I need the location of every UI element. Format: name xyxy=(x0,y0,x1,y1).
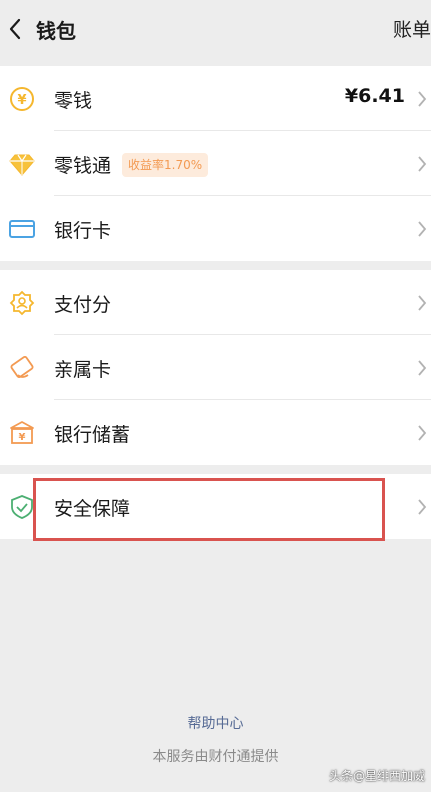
highlight-annotation xyxy=(33,478,385,541)
chevron-right-icon xyxy=(418,295,427,311)
row-lingqiantong[interactable]: 零钱通 收益率1.70% xyxy=(0,131,431,196)
row-bank-savings[interactable]: ¥ 银行储蓄 xyxy=(0,400,431,465)
row-label: 银行卡 xyxy=(54,220,112,242)
row-label: 亲属卡 xyxy=(54,359,112,381)
header: 钱包 账单 xyxy=(0,0,431,60)
row-change[interactable]: ¥ 零钱 ¥6.41 xyxy=(0,66,431,131)
chevron-right-icon xyxy=(418,425,427,441)
balance-amount: ¥6.41 xyxy=(344,85,405,107)
svg-text:¥: ¥ xyxy=(19,432,26,443)
bill-link[interactable]: 账单 xyxy=(393,15,431,42)
yield-badge: 收益率1.70% xyxy=(122,153,209,177)
bank-savings-icon: ¥ xyxy=(10,421,34,444)
provider-note: 本服务由财付通提供 xyxy=(152,749,279,765)
services-group: 支付分 亲属卡 ¥ 银行储蓄 xyxy=(0,270,431,465)
row-label: 支付分 xyxy=(54,294,112,316)
row-label: 银行储蓄 xyxy=(54,424,131,446)
help-center-link[interactable]: 帮助中心 xyxy=(0,713,431,733)
pay-score-icon xyxy=(9,290,35,316)
row-family-card[interactable]: 亲属卡 xyxy=(0,335,431,400)
watermark: 头条@星绯西加威 xyxy=(328,769,425,783)
diamond-icon xyxy=(9,154,35,176)
row-pay-score[interactable]: 支付分 xyxy=(0,270,431,335)
wallet-group: ¥ 零钱 ¥6.41 零钱通 收益率1.70% 银行卡 xyxy=(0,66,431,261)
row-label: 零钱 xyxy=(54,90,93,112)
chevron-right-icon xyxy=(418,221,427,237)
page-title: 钱包 xyxy=(36,19,76,43)
chevron-right-icon xyxy=(418,360,427,376)
svg-text:¥: ¥ xyxy=(17,93,26,108)
row-label: 零钱通 xyxy=(54,155,112,177)
card-icon xyxy=(9,220,35,238)
back-arrow-icon[interactable] xyxy=(6,16,26,42)
yuan-coin-icon: ¥ xyxy=(10,87,34,111)
family-card-icon xyxy=(10,355,34,379)
chevron-right-icon xyxy=(418,499,427,515)
row-bank-card[interactable]: 银行卡 xyxy=(0,196,431,261)
chevron-right-icon xyxy=(418,156,427,172)
shield-icon xyxy=(11,495,33,519)
chevron-right-icon xyxy=(418,91,427,107)
